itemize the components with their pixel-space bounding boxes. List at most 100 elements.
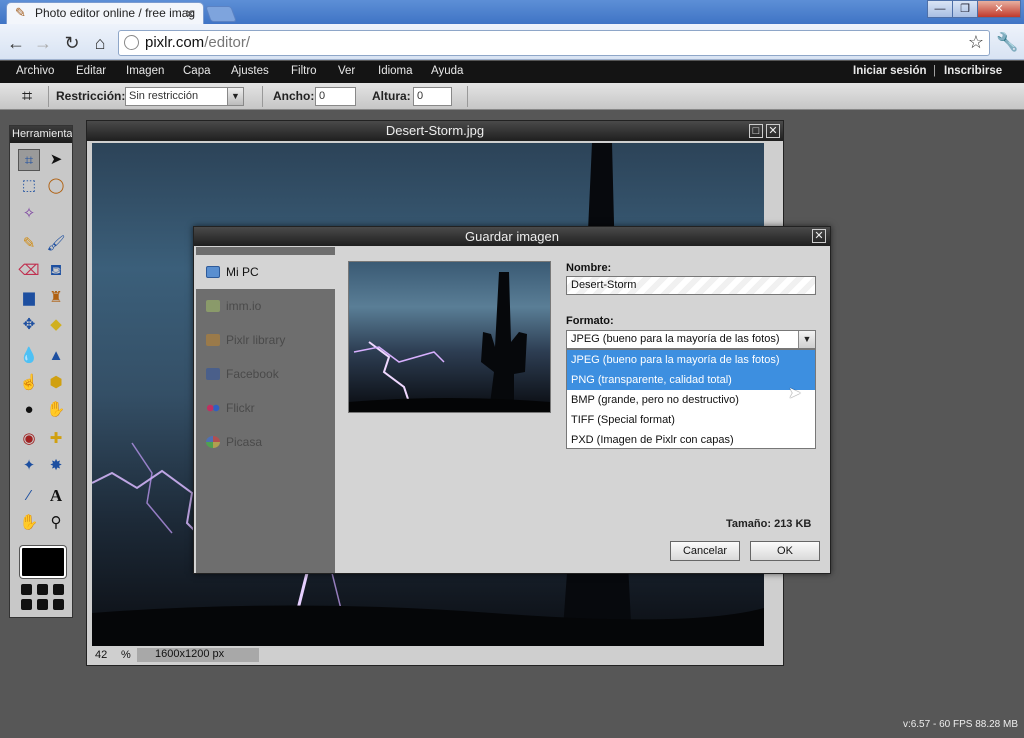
filename-input[interactable]: Desert-Storm bbox=[566, 276, 816, 295]
save-destination-sidebar: Mi PC imm.io Pixlr library Facebook Flic… bbox=[196, 247, 335, 573]
login-link[interactable]: Iniciar sesión bbox=[853, 65, 927, 77]
smudge-tool-icon[interactable]: ☝ bbox=[18, 372, 40, 394]
menu-editar[interactable]: Editar bbox=[76, 65, 106, 77]
close-doc-icon[interactable]: ✕ bbox=[766, 124, 780, 138]
sidebar-item-immio[interactable]: imm.io bbox=[196, 289, 335, 323]
options-divider bbox=[467, 86, 468, 107]
red-eye-tool-icon[interactable]: ◉ bbox=[18, 428, 40, 450]
magic-wand-tool-icon[interactable]: ✧ bbox=[18, 203, 40, 225]
eraser-tool-icon[interactable]: ⌫ bbox=[18, 260, 40, 282]
format-option-png[interactable]: PNG (transparente, calidad total) bbox=[567, 370, 815, 390]
options-divider bbox=[262, 86, 263, 107]
brush-tool-icon[interactable]: 🖌 bbox=[45, 233, 67, 255]
document-status-bar: 42 % 1600x1200 px bbox=[91, 648, 763, 663]
maximize-doc-icon[interactable]: □ bbox=[749, 124, 763, 138]
chevron-down-icon[interactable]: ▼ bbox=[798, 331, 815, 348]
spot-heal-tool-icon[interactable]: ✚ bbox=[45, 428, 67, 450]
gradient-tool-icon[interactable]: ▆ bbox=[18, 287, 40, 309]
picasa-icon bbox=[206, 436, 220, 448]
image-icon bbox=[206, 300, 220, 312]
format-option-tiff[interactable]: TIFF (Special format) bbox=[567, 410, 815, 430]
color-picker-tool-icon[interactable]: ⁄ bbox=[18, 485, 40, 507]
tab-close-icon[interactable]: ✕ bbox=[185, 4, 197, 24]
format-option-pxd[interactable]: PXD (Imagen de Pixlr con capas) bbox=[567, 430, 815, 450]
maximize-button[interactable]: ❐ bbox=[952, 0, 978, 18]
tab-title: Photo editor online / free imag bbox=[35, 6, 196, 20]
format-select[interactable]: JPEG (bueno para la mayoría de las fotos… bbox=[566, 330, 816, 349]
brush-favicon-icon: ✎ bbox=[15, 5, 26, 20]
menu-separator: | bbox=[933, 65, 936, 77]
file-size-text: Tamaño: 213 KB bbox=[726, 518, 812, 530]
url-host: pixlr.com bbox=[145, 34, 205, 51]
menu-ayuda[interactable]: Ayuda bbox=[431, 65, 463, 77]
register-link[interactable]: Inscribirse bbox=[944, 65, 1002, 77]
height-input[interactable]: 0 bbox=[413, 87, 452, 106]
sidebar-item-mi-pc[interactable]: Mi PC bbox=[196, 255, 335, 289]
drop-tool-icon[interactable]: 💧 bbox=[18, 345, 40, 367]
document-title: Desert-Storm.jpg bbox=[87, 121, 783, 141]
menu-archivo[interactable]: Archivo bbox=[16, 65, 54, 77]
chevron-down-icon[interactable]: ▼ bbox=[227, 88, 243, 105]
sidebar-item-flickr[interactable]: Flickr bbox=[196, 391, 335, 425]
minimize-button[interactable]: — bbox=[927, 0, 953, 18]
crop-tool-icon[interactable]: ⌗ bbox=[18, 149, 40, 171]
sidebar-item-picasa[interactable]: Picasa bbox=[196, 425, 335, 459]
library-icon bbox=[206, 334, 220, 346]
menu-filtro[interactable]: Filtro bbox=[291, 65, 317, 77]
zoom-value[interactable]: 42 bbox=[95, 649, 107, 661]
pencil-tool-icon[interactable]: ✎ bbox=[18, 233, 40, 255]
type-tool-icon[interactable]: A bbox=[45, 485, 67, 507]
sharpen-tool-icon[interactable]: ▲ bbox=[45, 345, 67, 367]
image-preview bbox=[348, 261, 551, 413]
grid-dot bbox=[53, 584, 64, 595]
menu-ver[interactable]: Ver bbox=[338, 65, 355, 77]
grid-dot bbox=[21, 599, 32, 610]
format-option-bmp[interactable]: BMP (grande, pero no destructivo) bbox=[567, 390, 815, 410]
format-option-jpeg[interactable]: JPEG (bueno para la mayoría de las fotos… bbox=[567, 350, 815, 370]
width-input[interactable]: 0 bbox=[315, 87, 356, 106]
reload-icon[interactable]: ↻ bbox=[61, 32, 83, 54]
browser-tab[interactable]: ✎ Photo editor online / free imag ✕ bbox=[6, 2, 204, 24]
back-icon[interactable]: ← bbox=[5, 32, 27, 54]
sidebar-label: Pixlr library bbox=[226, 333, 286, 347]
sidebar-label: Facebook bbox=[226, 367, 279, 381]
sponge-tool-icon[interactable]: ⬢ bbox=[45, 372, 67, 394]
forward-icon[interactable]: → bbox=[32, 32, 54, 54]
clone-stamp-tool-icon[interactable]: ♜ bbox=[45, 287, 67, 309]
home-icon[interactable]: ⌂ bbox=[89, 32, 111, 54]
save-image-dialog: Guardar imagen ✕ Mi PC imm.io Pixlr libr… bbox=[193, 226, 831, 574]
menu-capa[interactable]: Capa bbox=[183, 65, 211, 77]
bloat-tool-icon[interactable]: ✦ bbox=[18, 455, 40, 477]
menu-ajustes[interactable]: Ajustes bbox=[231, 65, 269, 77]
cancel-button[interactable]: Cancelar bbox=[670, 541, 740, 561]
marquee-tool-icon[interactable]: ⬚ bbox=[18, 175, 40, 197]
burn-tool-icon[interactable]: ✋ bbox=[45, 399, 67, 421]
zoom-tool-icon[interactable]: ⚲ bbox=[45, 512, 67, 534]
color-swatch[interactable] bbox=[20, 546, 66, 578]
bookmark-star-icon[interactable]: ☆ bbox=[965, 31, 987, 53]
new-tab-button[interactable] bbox=[205, 6, 237, 22]
paint-bucket-tool-icon[interactable]: ⛾ bbox=[45, 260, 67, 282]
computer-icon bbox=[206, 266, 220, 278]
menu-idioma[interactable]: Idioma bbox=[378, 65, 413, 77]
tools-panel: Herramientas ⌗ ➤ ⬚ ◯ ✧ ✎ 🖌 ⌫ ⛾ ▆ ♜ ✥ ◆ 💧… bbox=[9, 125, 73, 618]
sidebar-item-pixlr-library[interactable]: Pixlr library bbox=[196, 323, 335, 357]
close-window-button[interactable]: ✕ bbox=[977, 0, 1021, 18]
address-bar[interactable]: pixlr.com/editor/ bbox=[118, 30, 990, 56]
menu-imagen[interactable]: Imagen bbox=[126, 65, 164, 77]
color-replace-tool-icon[interactable]: ✥ bbox=[18, 314, 40, 336]
sidebar-item-facebook[interactable]: Facebook bbox=[196, 357, 335, 391]
image-dimensions: 1600x1200 px bbox=[137, 648, 259, 662]
lasso-tool-icon[interactable]: ◯ bbox=[45, 175, 67, 197]
globe-icon bbox=[124, 35, 139, 50]
close-dialog-icon[interactable]: ✕ bbox=[812, 229, 826, 243]
hand-tool-icon[interactable]: ✋ bbox=[18, 512, 40, 534]
shape-tool-icon[interactable]: ◆ bbox=[45, 314, 67, 336]
move-tool-icon[interactable]: ➤ bbox=[45, 149, 67, 171]
wrench-icon[interactable]: 🔧 bbox=[996, 31, 1018, 53]
options-divider bbox=[48, 86, 49, 107]
grid-dot bbox=[37, 584, 48, 595]
ok-button[interactable]: OK bbox=[750, 541, 820, 561]
dodge-tool-icon[interactable]: ● bbox=[18, 399, 40, 421]
pinch-tool-icon[interactable]: ✸ bbox=[45, 455, 67, 477]
